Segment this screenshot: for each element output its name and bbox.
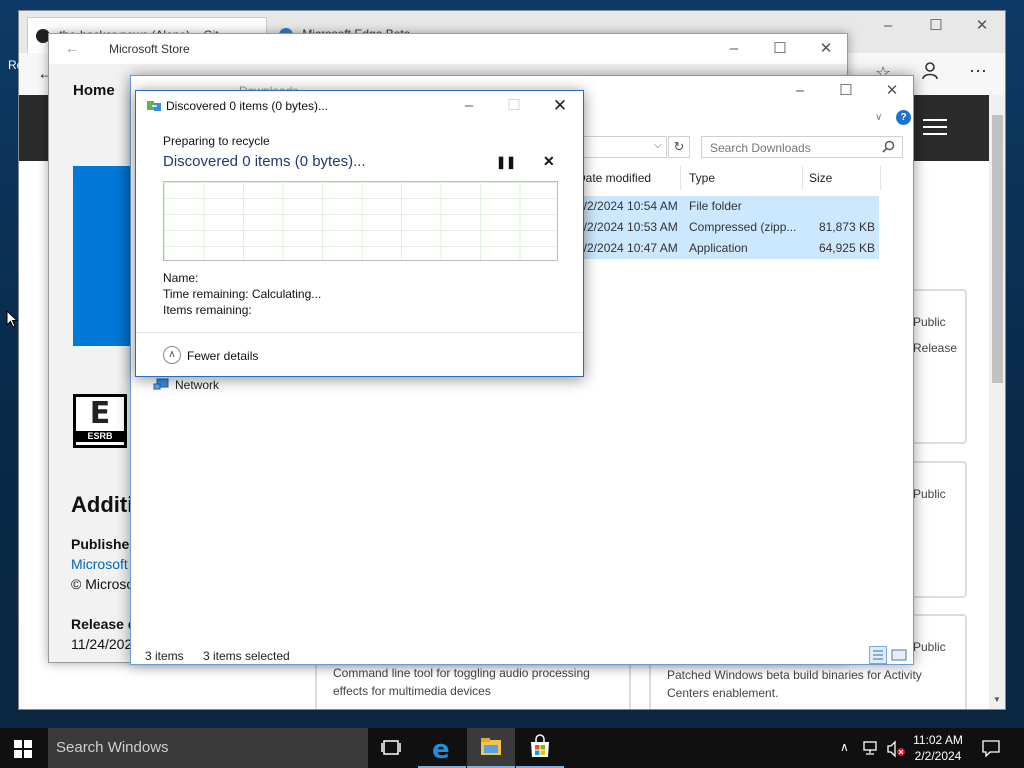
nav-item-network[interactable]: Network	[153, 376, 263, 396]
details-view-icon[interactable]	[869, 646, 887, 664]
help-icon[interactable]: ?	[896, 110, 911, 125]
ribbon-expand-icon[interactable]: ∨	[875, 112, 882, 123]
taskbar-search-placeholder: Search Windows	[56, 739, 169, 756]
search-placeholder: Search Downloads	[710, 141, 811, 155]
name-label: Name:	[163, 271, 199, 285]
back-arrow-icon[interactable]: ←	[65, 40, 79, 56]
taskbar-search-box[interactable]: Search Windows	[48, 728, 368, 768]
file-row[interactable]: 2/2/2024 10:53 AM Compressed (zipp... 81…	[577, 217, 879, 238]
desktop-label: Re	[8, 58, 24, 72]
chevron-up-icon: ∧	[163, 346, 181, 364]
vertical-scrollbar[interactable]: ▼	[989, 95, 1005, 709]
clock-time: 11:02 AM	[913, 733, 963, 747]
file-size: 81,873 KB	[818, 220, 875, 234]
taskbar: Search Windows e ∧ 11:02 AM 2/2/2024	[0, 728, 1024, 768]
close-button[interactable]: ✕	[869, 76, 913, 106]
window-title: Microsoft Store	[109, 42, 190, 56]
file-explorer-icon[interactable]	[467, 728, 515, 768]
windows-start-icon[interactable]	[14, 740, 32, 761]
hamburger-menu-icon[interactable]	[923, 119, 947, 135]
maximize-button: ☐	[507, 97, 521, 114]
fewer-details-button[interactable]: ∧ Fewer details	[163, 346, 283, 366]
clock-date: 2/2/2024	[914, 749, 962, 763]
store-titlebar: ← Microsoft Store – ☐ ✕	[49, 34, 847, 64]
task-view-icon[interactable]	[368, 728, 416, 768]
network-icon	[153, 378, 169, 395]
nav-home[interactable]: Home	[73, 82, 115, 99]
action-center-icon[interactable]	[982, 739, 1000, 760]
minimize-button[interactable]: –	[865, 11, 911, 41]
operation-heading: Discovered 0 items (0 bytes)...	[163, 153, 366, 170]
file-type: File folder	[689, 199, 742, 213]
status-selected-count: 3 items selected	[203, 649, 290, 663]
volume-muted-icon[interactable]	[886, 740, 906, 761]
file-size: 64,925 KB	[818, 241, 875, 255]
public-badge: Public	[913, 487, 946, 501]
divider	[136, 332, 583, 333]
column-header-type[interactable]: Type	[683, 166, 803, 190]
large-icons-view-icon[interactable]	[891, 648, 907, 662]
fewer-details-label: Fewer details	[187, 349, 259, 363]
file-type: Application	[689, 241, 748, 255]
edge-browser-icon[interactable]: e	[418, 728, 466, 768]
operation-subtitle: Preparing to recycle	[163, 134, 270, 148]
close-button[interactable]: ✕	[959, 11, 1005, 41]
maximize-button[interactable]: ☐	[913, 11, 959, 41]
file-row[interactable]: 2/2/2024 10:54 AM File folder	[577, 196, 879, 217]
address-bar[interactable]: ⌵	[571, 136, 667, 158]
maximize-button[interactable]: ☐	[757, 34, 803, 64]
search-icon	[882, 140, 895, 156]
column-header-size[interactable]: Size	[805, 166, 881, 190]
profile-icon[interactable]	[922, 62, 938, 80]
search-input[interactable]: Search Downloads	[701, 136, 903, 158]
more-menu-icon[interactable]: ⋯	[969, 61, 987, 82]
file-type: Compressed (zipp...	[689, 220, 797, 234]
scroll-down-arrow-icon[interactable]: ▼	[993, 695, 1001, 704]
refresh-icon[interactable]: ↻	[668, 136, 690, 158]
esrb-rating-icon: E ESRB	[73, 394, 127, 448]
scrollbar-thumb[interactable]	[992, 115, 1003, 383]
speed-graph	[163, 181, 558, 261]
minimize-button[interactable]: –	[446, 91, 492, 121]
dropdown-chevron-icon[interactable]: ⌵	[654, 140, 662, 151]
cancel-icon[interactable]: ✕	[543, 153, 555, 170]
close-button[interactable]: ✕	[537, 91, 583, 121]
file-date: 2/2/2024 10:47 AM	[577, 241, 678, 255]
microsoft-store-icon[interactable]	[516, 728, 564, 768]
dialog-title: Discovered 0 items (0 bytes)...	[166, 99, 329, 113]
pause-icon[interactable]: ❚❚	[496, 155, 516, 169]
public-badge: Public	[913, 640, 946, 654]
mouse-cursor-icon	[6, 309, 19, 331]
items-remaining: Items remaining:	[163, 303, 252, 317]
file-date: 2/2/2024 10:53 AM	[577, 220, 678, 234]
status-item-count: 3 items	[145, 649, 184, 663]
maximize-button[interactable]: ☐	[823, 76, 869, 106]
column-header-date[interactable]: Date modified	[577, 166, 681, 190]
recycle-progress-dialog: Discovered 0 items (0 bytes)... – ☐ ✕ Pr…	[135, 90, 584, 377]
card-text: Patched Windows beta build binaries for …	[667, 668, 922, 700]
close-button[interactable]: ✕	[803, 34, 847, 64]
minimize-button[interactable]: –	[777, 76, 823, 106]
card-text: Command line tool for toggling audio pro…	[333, 666, 590, 698]
card-text: Release	[913, 341, 958, 355]
file-row[interactable]: 2/2/2024 10:47 AM Application 64,925 KB	[577, 238, 879, 259]
public-badge: Public	[913, 315, 946, 329]
minimize-button[interactable]: –	[711, 34, 757, 64]
network-tray-icon[interactable]	[862, 740, 880, 759]
publisher-link[interactable]: Microsoft	[71, 556, 128, 572]
file-date: 2/2/2024 10:54 AM	[577, 199, 678, 213]
time-remaining: Time remaining: Calculating...	[163, 287, 322, 301]
system-clock[interactable]: 11:02 AM 2/2/2024	[908, 732, 968, 764]
nav-item-label: Network	[175, 378, 220, 392]
svg-text:e: e	[432, 735, 450, 765]
recycle-progress-icon	[146, 99, 162, 116]
show-hidden-icons-icon[interactable]: ∧	[840, 740, 849, 754]
